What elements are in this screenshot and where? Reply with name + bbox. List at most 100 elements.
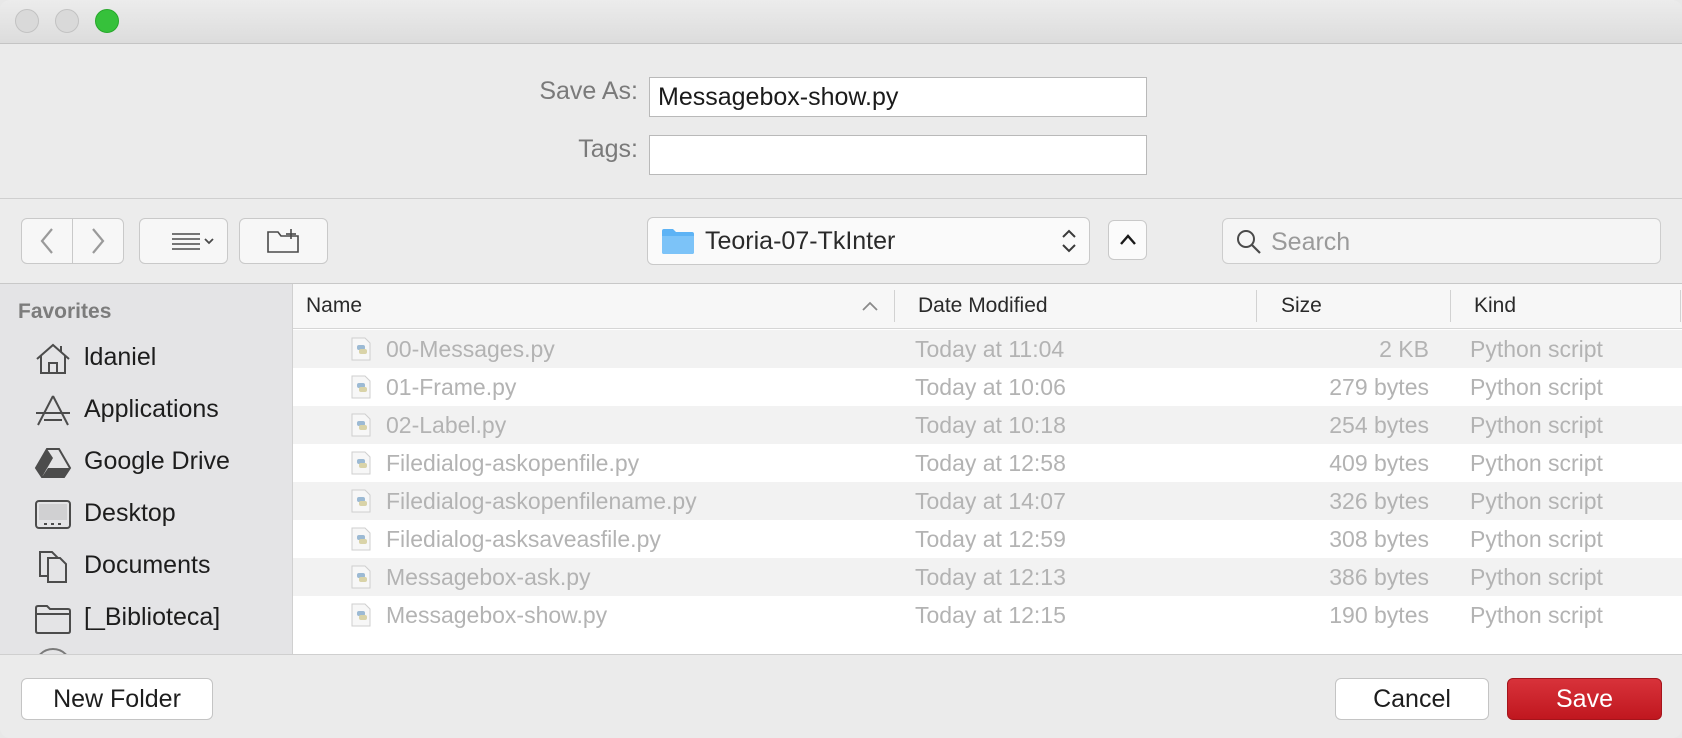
file-kind: Python script: [1470, 602, 1603, 628]
file-list: Name Date Modified Size Kind 00-Messages…: [293, 284, 1682, 654]
python-file-icon: [351, 337, 371, 361]
column-divider: [1680, 290, 1681, 322]
chevron-up-icon: [1119, 234, 1136, 245]
sidebar: Favorites ldaniel Applications Google Dr…: [0, 284, 293, 654]
date-modified: Today at 12:58: [915, 450, 1066, 476]
file-size: 279 bytes: [1329, 374, 1429, 400]
sidebar-item-label: [_Biblioteca]: [84, 603, 221, 631]
sidebar-item-label: Applications: [84, 395, 219, 423]
file-size: 190 bytes: [1329, 602, 1429, 628]
date-modified: Today at 12:59: [915, 526, 1066, 552]
file-kind: Python script: [1470, 564, 1603, 590]
file-size: 254 bytes: [1329, 412, 1429, 438]
minimize-window-button[interactable]: [55, 9, 79, 33]
list-header: Name Date Modified Size Kind: [293, 284, 1682, 329]
file-kind: Python script: [1470, 488, 1603, 514]
python-file-icon: [351, 489, 371, 513]
file-row[interactable]: 01-Frame.py Today at 10:06 279 bytes Python…: [293, 368, 1682, 406]
file-kind: Python script: [1470, 336, 1603, 362]
search-placeholder: Search: [1271, 228, 1351, 256]
python-file-icon: [351, 451, 371, 475]
column-divider: [1450, 290, 1451, 322]
file-kind: Python script: [1470, 374, 1603, 400]
sidebar-section-favorites: Favorites: [18, 300, 112, 323]
file-size: 2 KB: [1379, 336, 1429, 362]
save-button[interactable]: Save: [1507, 678, 1662, 720]
tags-field[interactable]: [649, 135, 1147, 175]
save-as-panel: Save As: Messagebox-show.py Tags:: [0, 44, 1682, 199]
file-row[interactable]: Messagebox-ask.py Today at 12:13 386 bytes…: [293, 558, 1682, 596]
sidebar-item-label: Desktop: [84, 499, 176, 527]
desktop-icon: [35, 500, 71, 529]
file-name: Filedialog-askopenfile.py: [386, 450, 640, 476]
folder-icon: [662, 229, 694, 254]
title-bar: [0, 0, 1682, 44]
sidebar-item-home[interactable]: ldaniel: [0, 334, 292, 382]
file-row[interactable]: Filedialog-askopenfilename.py Today at 14…: [293, 482, 1682, 520]
zoom-window-button[interactable]: [95, 9, 119, 33]
python-file-icon: [351, 527, 371, 551]
applications-icon: [36, 395, 70, 426]
save-as-field[interactable]: Messagebox-show.py: [649, 77, 1147, 117]
google-drive-icon: [34, 448, 72, 478]
column-header-name[interactable]: Name: [306, 294, 362, 318]
home-icon: [36, 343, 70, 374]
file-kind: Python script: [1470, 450, 1603, 476]
file-name: Messagebox-show.py: [386, 602, 608, 628]
new-folder-toolbar-button[interactable]: [239, 218, 328, 264]
sidebar-item-label: Documents: [84, 551, 211, 579]
sidebar-item-google-drive[interactable]: Google Drive: [0, 438, 292, 486]
tags-label: Tags:: [578, 135, 638, 163]
collapse-dialog-button[interactable]: [1108, 220, 1147, 260]
file-row[interactable]: Filedialog-askopenfile.py Today at 12:58 4…: [293, 444, 1682, 482]
file-name: 00-Messages.py: [386, 336, 555, 362]
save-as-label: Save As:: [539, 77, 638, 105]
file-row[interactable]: Messagebox-show.py Today at 12:15 190 byte…: [293, 596, 1682, 634]
sidebar-item-label: ldaniel: [84, 343, 157, 371]
search-icon: [1237, 230, 1261, 254]
file-row[interactable]: 00-Messages.py Today at 11:04 2 KB Python s…: [293, 330, 1682, 368]
column-header-date-modified[interactable]: Date Modified: [918, 294, 1048, 318]
popup-arrows-icon: [1062, 229, 1076, 253]
file-name: Filedialog-askopenfilename.py: [386, 488, 697, 514]
file-name: 01-Frame.py: [386, 374, 517, 400]
location-popup[interactable]: Teoria-07-TkInter: [647, 217, 1090, 265]
chevron-right-icon: [92, 228, 105, 254]
column-header-kind[interactable]: Kind: [1474, 294, 1516, 318]
sidebar-item-documents[interactable]: Documents: [0, 542, 292, 590]
column-header-size[interactable]: Size: [1281, 294, 1322, 318]
python-file-icon: [351, 603, 371, 627]
sidebar-item-desktop[interactable]: Desktop: [0, 490, 292, 538]
file-size: 409 bytes: [1329, 450, 1429, 476]
file-name: Filedialog-asksaveasfile.py: [386, 526, 661, 552]
new-folder-button[interactable]: New Folder: [21, 678, 213, 720]
date-modified: Today at 10:18: [915, 412, 1066, 438]
date-modified: Today at 12:15: [915, 602, 1066, 628]
file-kind: Python script: [1470, 412, 1603, 438]
search-input[interactable]: Search: [1222, 218, 1661, 264]
file-row[interactable]: Filedialog-asksaveasfile.py Today at 12:5…: [293, 520, 1682, 558]
python-file-icon: [351, 375, 371, 399]
file-size: 326 bytes: [1329, 488, 1429, 514]
view-options-button[interactable]: [139, 218, 228, 264]
location-label: Teoria-07-TkInter: [705, 226, 896, 255]
close-window-button[interactable]: [15, 9, 39, 33]
chevron-left-icon: [40, 228, 53, 254]
date-modified: Today at 12:13: [915, 564, 1066, 590]
bottom-bar: New Folder Cancel Save: [0, 654, 1682, 738]
date-modified: Today at 14:07: [915, 488, 1066, 514]
back-button[interactable]: [21, 218, 73, 264]
file-row[interactable]: 02-Label.py Today at 10:18 254 bytes Python…: [293, 406, 1682, 444]
forward-button[interactable]: [72, 218, 124, 264]
python-file-icon: [351, 413, 371, 437]
folder-icon: [35, 605, 71, 634]
file-name: Messagebox-ask.py: [386, 564, 591, 590]
save-dialog: Save As: Messagebox-show.py Tags: Teoria…: [0, 0, 1682, 738]
documents-icon: [39, 551, 67, 583]
date-modified: Today at 11:04: [915, 336, 1065, 362]
sidebar-item-label: Google Drive: [84, 447, 230, 475]
cancel-button[interactable]: Cancel: [1335, 678, 1489, 720]
file-size: 308 bytes: [1329, 526, 1429, 552]
sidebar-item-applications[interactable]: Applications: [0, 386, 292, 434]
sidebar-item-biblioteca[interactable]: [_Biblioteca]: [0, 594, 292, 642]
